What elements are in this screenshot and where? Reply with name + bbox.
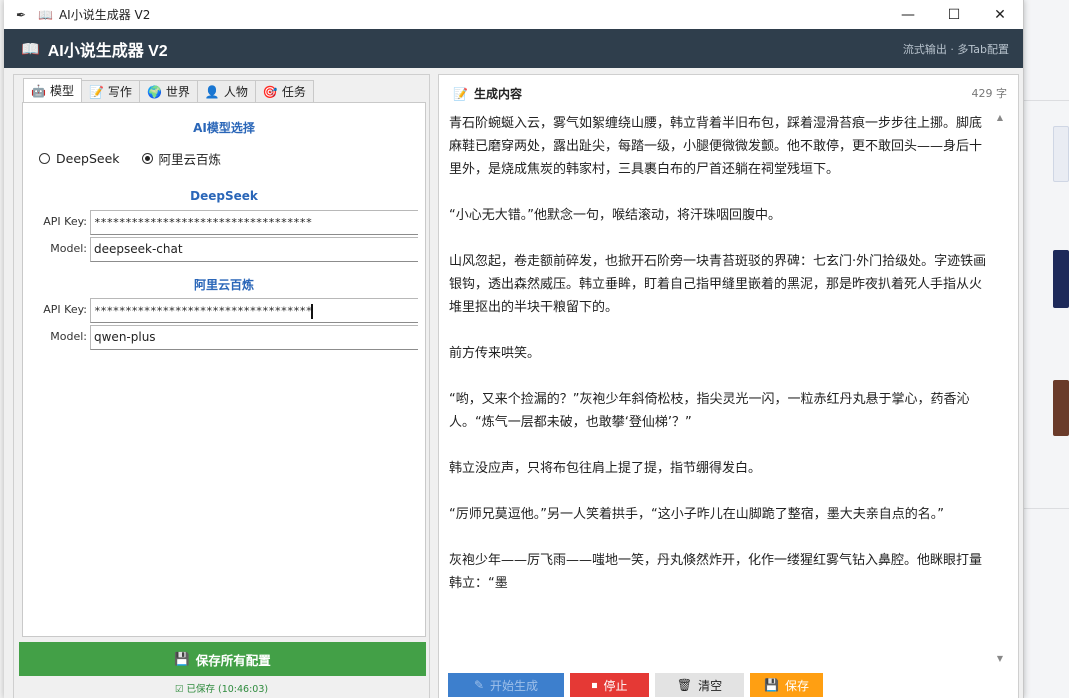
header-tagline: 流式输出 · 多Tab配置: [902, 42, 1009, 56]
radio-label: DeepSeek: [56, 151, 120, 166]
aliyun-model-input[interactable]: qwen-plus: [90, 325, 418, 350]
edit-icon: 📝: [88, 84, 104, 99]
tab-label: 写作: [107, 85, 132, 99]
action-buttons: ✎ 开始生成 ⏹ 停止 🗑 清空 💾 保存: [448, 673, 823, 697]
tab-label: 世界: [165, 85, 190, 99]
window-title: AI小说生成器 V2: [58, 8, 151, 22]
deepseek-model-label: Model:: [50, 242, 87, 255]
maximize-button[interactable]: ☐: [931, 0, 977, 29]
clear-label: 清空: [698, 678, 723, 693]
tab-writing[interactable]: 📝 写作: [80, 80, 140, 102]
robot-icon: 🤖: [31, 83, 46, 98]
deepseek-api-key-label: API Key:: [43, 215, 87, 228]
tab-label: 任务: [281, 85, 306, 99]
deepseek-model-input[interactable]: deepseek-chat: [90, 237, 418, 262]
deepseek-section-title: DeepSeek: [190, 189, 258, 203]
stop-icon: ⏹: [591, 677, 598, 692]
save-label: 保存: [784, 678, 809, 693]
paragraph: “厉师兄莫逗他。”另一人笑着拱手，“这小子昨儿在山脚跪了整宿，墨大夫亲自点的名。…: [449, 507, 944, 522]
aliyun-model-label: Model:: [50, 330, 87, 343]
paragraph: 前方传来哄笑。: [449, 346, 541, 361]
output-title: 生成内容: [473, 87, 522, 101]
paragraph: 青石阶蜿蜒入云，雾气如絮缠绕山腰，韩立背着半旧布包，踩着湿滑苔痕一步步往上挪。脚…: [449, 116, 983, 177]
model-tab-body: AI模型选择 DeepSeek 阿里云百炼 DeepSeek API Key: …: [22, 102, 426, 637]
tab-characters[interactable]: 👤 人物: [196, 80, 256, 102]
desktop-background: [1024, 0, 1069, 698]
paragraph: 韩立没应声，只将布包往肩上提了提，指节绷得发白。: [449, 461, 762, 476]
save-status: ☑ 已保存 (10:46:03): [14, 681, 429, 695]
start-generation-label: 开始生成: [490, 678, 539, 693]
tab-label: 人物: [223, 85, 248, 99]
pencil-icon: ✎: [473, 678, 485, 692]
model-select-title: AI模型选择: [193, 121, 255, 135]
app-header: 📖 AI小说生成器 V2 流式输出 · 多Tab配置: [4, 29, 1023, 68]
document-icon: 📝: [453, 86, 468, 101]
floppy-disk-icon: 💾: [764, 678, 779, 692]
book-icon: 📖: [38, 7, 53, 22]
tab-model[interactable]: 🤖 模型: [23, 78, 82, 102]
paragraph: 灰袍少年——厉飞雨——嗤地一笑，丹丸倏然炸开，化作一缕猩红雾气钻入鼻腔。他眯眼打…: [449, 553, 983, 591]
globe-icon: 🌍: [146, 84, 162, 99]
save-button[interactable]: 💾 保存: [750, 673, 823, 697]
save-status-text: 已保存 (10:46:03): [186, 684, 269, 695]
config-tabs: 🤖 模型 📝 写作 🌍 世界 👤 人物 🎯 任务: [23, 78, 314, 103]
save-all-config-label: 保存所有配置: [195, 652, 271, 668]
save-all-config-button[interactable]: 💾 保存所有配置: [19, 642, 426, 676]
minimize-button[interactable]: —: [885, 0, 931, 29]
output-header: 📝 生成内容: [453, 85, 522, 102]
app-window: ✒ 📖 AI小说生成器 V2 — ☐ ✕ 📖 AI小说生成器 V2 流式输出 ·…: [4, 0, 1024, 698]
stop-button[interactable]: ⏹ 停止: [570, 673, 649, 697]
person-icon: 👤: [204, 84, 220, 99]
start-generation-button[interactable]: ✎ 开始生成: [448, 673, 564, 697]
book-icon: 📖: [21, 39, 40, 58]
clear-button[interactable]: 🗑 清空: [655, 673, 744, 697]
stop-label: 停止: [603, 678, 628, 693]
scroll-up-arrow-icon[interactable]: ▲: [994, 112, 1006, 124]
tab-world[interactable]: 🌍 世界: [138, 80, 198, 102]
generated-text-area[interactable]: 青石阶蜿蜒入云，雾气如絮缠绕山腰，韩立背着半旧布包，踩着湿滑苔痕一步步往上挪。脚…: [449, 112, 991, 662]
output-panel: 📝 生成内容 429 字 青石阶蜿蜒入云，雾气如絮缠绕山腰，韩立背着半旧布包，踩…: [438, 74, 1019, 698]
floppy-disk-icon: 💾: [174, 651, 190, 666]
app-title: AI小说生成器 V2: [47, 42, 168, 60]
aliyun-section-title: 阿里云百炼: [193, 278, 254, 292]
radio-aliyun[interactable]: 阿里云百炼: [141, 149, 222, 168]
scroll-down-arrow-icon[interactable]: ▼: [994, 653, 1006, 665]
title-bar: ✒ 📖 AI小说生成器 V2 — ☐ ✕: [4, 0, 1023, 29]
config-panel: 🤖 模型 📝 写作 🌍 世界 👤 人物 🎯 任务 AI模型选择 DeepSeek…: [13, 74, 430, 698]
deepseek-api-key-input[interactable]: ***********************************: [90, 210, 418, 235]
trash-icon: 🗑: [676, 678, 693, 692]
check-icon: ☑: [174, 684, 184, 695]
aliyun-api-key-label: API Key:: [43, 303, 87, 316]
aliyun-api-key-input[interactable]: ***********************************: [90, 298, 418, 323]
radio-deepseek[interactable]: DeepSeek: [39, 151, 120, 166]
close-button[interactable]: ✕: [977, 0, 1023, 29]
radio-label: 阿里云百炼: [158, 152, 222, 167]
radio-indicator: [39, 153, 50, 164]
feather-icon: ✒: [15, 7, 27, 22]
aliyun-api-key-value: ***********************************: [94, 304, 312, 318]
vertical-scrollbar[interactable]: ▲ ▼: [994, 112, 1006, 665]
radio-indicator: [141, 153, 153, 164]
paragraph: “哟，又来个捡漏的？”灰袍少年斜倚松枝，指尖灵光一闪，一粒赤红丹丸悬于掌心，药香…: [449, 392, 970, 430]
tab-label: 模型: [49, 84, 74, 98]
tab-tasks[interactable]: 🎯 任务: [254, 80, 314, 102]
text-caret: [310, 304, 313, 319]
word-count: 429 字: [971, 87, 1008, 100]
paragraph: 山风忽起，卷走额前碎发，也掀开石阶旁一块青苔斑驳的界碑：七玄门·外门拾级处。字迹…: [449, 254, 987, 315]
target-icon: 🎯: [262, 84, 278, 99]
paragraph: “小心无大错。”他默念一句，喉结滚动，将汗珠咽回腹中。: [449, 208, 781, 223]
model-radio-group: DeepSeek 阿里云百炼: [39, 149, 221, 168]
